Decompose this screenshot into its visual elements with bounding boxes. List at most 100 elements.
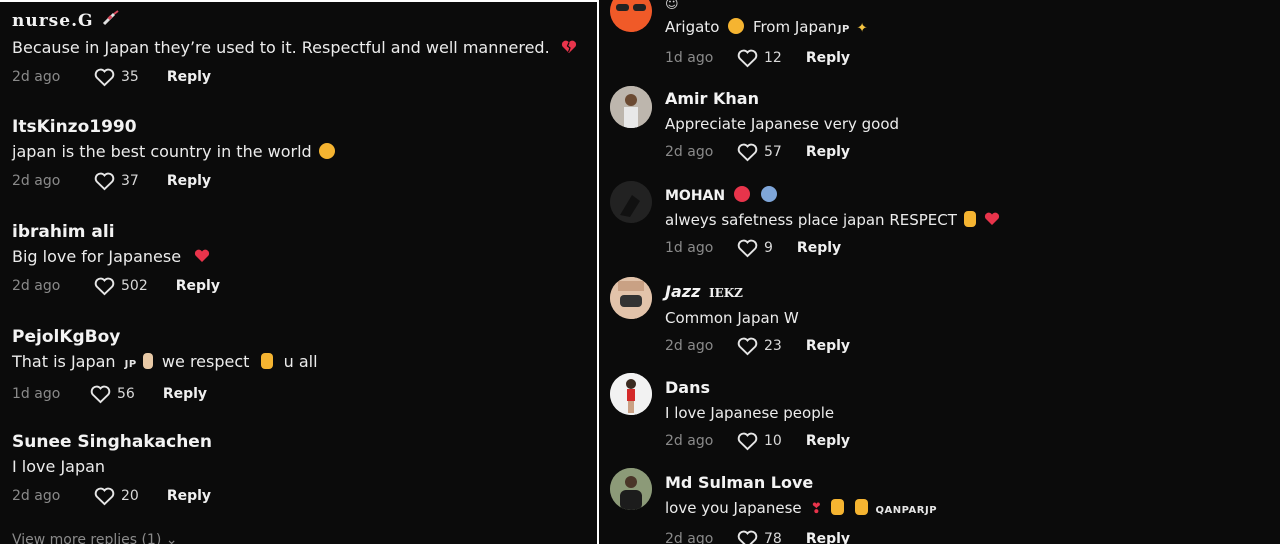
like-count: 35 bbox=[121, 69, 139, 85]
avatar[interactable] bbox=[610, 0, 652, 32]
comment-text: I love Japanese people bbox=[665, 404, 835, 422]
reply-button[interactable]: Reply bbox=[806, 338, 850, 354]
comment-meta: 2d ago 20 Reply bbox=[12, 486, 587, 506]
tag-label: QANPAR bbox=[875, 505, 925, 516]
heart-outline-icon bbox=[94, 172, 115, 190]
comment-meta: 1d ago 56 Reply bbox=[12, 384, 587, 404]
like-button[interactable]: 56 bbox=[90, 385, 135, 404]
reply-button[interactable]: Reply bbox=[806, 433, 850, 449]
comment-text: Appreciate Japanese very good bbox=[665, 115, 900, 133]
comment-username[interactable]: PejolKgBoy bbox=[12, 326, 587, 348]
reply-button[interactable]: Reply bbox=[806, 144, 850, 160]
like-button[interactable]: 502 bbox=[94, 277, 148, 296]
heart-outline-icon bbox=[737, 337, 758, 355]
heart-outline-icon bbox=[737, 432, 758, 450]
comment-username-wrap: MOHAN bbox=[665, 185, 1000, 207]
comment-age: 2d ago bbox=[12, 278, 61, 294]
comment-meta: 2d ago 57 Reply bbox=[665, 142, 899, 162]
smiling-face-with-hearts-icon bbox=[318, 143, 335, 159]
like-count: 10 bbox=[764, 433, 782, 449]
comment-item: ibrahim ali Big love for Japanese 2d ago… bbox=[12, 221, 587, 296]
reply-button[interactable]: Reply bbox=[806, 50, 850, 66]
jp-flag-label: JP bbox=[837, 24, 850, 35]
comment-meta: 2d ago 37 Reply bbox=[12, 171, 587, 191]
avatar[interactable] bbox=[610, 86, 652, 128]
jp-flag-label: JP bbox=[124, 359, 137, 370]
raised-fist-icon bbox=[963, 211, 976, 227]
comment-text-wrap: Big love for Japanese bbox=[12, 246, 587, 268]
like-button[interactable]: 12 bbox=[737, 49, 782, 68]
reply-button[interactable]: Reply bbox=[176, 278, 220, 294]
comment-age: 1d ago bbox=[665, 240, 714, 256]
comments-panel-left: nurse.G Because in Japan they’re used to… bbox=[0, 0, 597, 544]
like-button[interactable]: 20 bbox=[94, 487, 139, 506]
fearful-face-icon bbox=[760, 186, 777, 202]
reply-button[interactable]: Reply bbox=[163, 386, 207, 402]
comment-age: 2d ago bbox=[665, 338, 714, 354]
comment-age: 2d ago bbox=[12, 69, 61, 85]
broken-heart-icon bbox=[561, 40, 576, 53]
heart-exclamation-icon: ❣ bbox=[810, 501, 823, 517]
like-button[interactable]: 10 bbox=[737, 432, 782, 451]
smiley-icon: ☺ bbox=[665, 0, 679, 12]
like-count: 23 bbox=[764, 338, 782, 354]
like-button[interactable]: 23 bbox=[737, 337, 782, 356]
like-count: 9 bbox=[764, 240, 773, 256]
comment-text: Common Japan W bbox=[665, 309, 799, 327]
sparkles-icon: ✦ bbox=[856, 21, 868, 36]
avatar[interactable] bbox=[610, 277, 652, 319]
like-count: 37 bbox=[121, 173, 139, 189]
comment-text: alweys safetness place japan RESPECT bbox=[665, 211, 957, 229]
comment-meta: 2d ago 35 Reply bbox=[12, 67, 587, 87]
raised-fist-icon bbox=[260, 353, 273, 369]
reply-button[interactable]: Reply bbox=[797, 240, 841, 256]
heart-outline-icon bbox=[94, 68, 115, 86]
comment-username[interactable]: ItsKinzo1990 bbox=[12, 116, 587, 138]
like-button[interactable]: 35 bbox=[94, 68, 139, 87]
avatar[interactable] bbox=[610, 468, 652, 510]
comment-username[interactable]: Sunee Singhakachen bbox=[12, 431, 587, 453]
avatar[interactable] bbox=[610, 373, 652, 415]
comment-username[interactable]: ibrahim ali bbox=[12, 221, 587, 243]
comment-username[interactable]: nurse.G bbox=[12, 11, 94, 31]
comment-username[interactable]: MOHAN bbox=[665, 188, 725, 204]
red-heart-icon bbox=[985, 212, 1000, 225]
like-button[interactable]: 9 bbox=[737, 239, 773, 258]
like-button[interactable]: 37 bbox=[94, 172, 139, 191]
comment-text-wrap: That is Japan JP we respect u all bbox=[12, 351, 587, 376]
avatar[interactable] bbox=[610, 181, 652, 223]
syringe-icon bbox=[102, 10, 120, 34]
comment-item: ItsKinzo1990 japan is the best country i… bbox=[12, 116, 587, 191]
reply-button[interactable]: Reply bbox=[167, 488, 211, 504]
heart-outline-icon bbox=[737, 530, 758, 544]
comments-panel-right: ☺ Arigato From JapanJP ✦ 1d ago 12 Reply bbox=[599, 0, 1280, 544]
comment-username[interactable]: Jazz bbox=[665, 282, 700, 301]
reply-button[interactable]: Reply bbox=[167, 69, 211, 85]
heart-outline-icon bbox=[737, 143, 758, 161]
comment-username[interactable]: Md Sulman Love bbox=[665, 472, 937, 494]
comment-username[interactable]: Amir Khan bbox=[665, 88, 899, 110]
comment-username-wrap: nurse.G bbox=[12, 10, 587, 34]
comment-text-after: we respect bbox=[161, 352, 250, 371]
view-more-replies-link[interactable]: View more replies (1) ⌄ bbox=[12, 532, 178, 544]
comment-age: 1d ago bbox=[665, 50, 714, 66]
comment-age: 2d ago bbox=[665, 144, 714, 160]
like-count: 12 bbox=[764, 50, 782, 66]
comment-text: love you Japanese bbox=[665, 499, 802, 517]
comment-username[interactable]: Dans bbox=[665, 377, 850, 399]
like-count: 78 bbox=[764, 531, 782, 544]
smiling-face-with-hearts-icon bbox=[728, 18, 745, 34]
view-more-label: View more replies (1) bbox=[12, 532, 162, 544]
comment-text: That is Japan bbox=[12, 352, 116, 371]
like-button[interactable]: 57 bbox=[737, 143, 782, 162]
like-button[interactable]: 78 bbox=[737, 530, 782, 544]
comment-text: japan is the best country in the world bbox=[12, 142, 312, 161]
reply-button[interactable]: Reply bbox=[806, 531, 850, 544]
chevron-down-icon: ⌄ bbox=[165, 532, 178, 544]
reply-button[interactable]: Reply bbox=[167, 173, 211, 189]
comment-text-end: u all bbox=[283, 352, 318, 371]
flexed-biceps-icon bbox=[854, 499, 868, 515]
comment-text-wrap: Because in Japan they’re used to it. Res… bbox=[12, 37, 587, 59]
victory-hand-icon bbox=[142, 353, 153, 369]
comment-age: 2d ago bbox=[665, 531, 714, 544]
